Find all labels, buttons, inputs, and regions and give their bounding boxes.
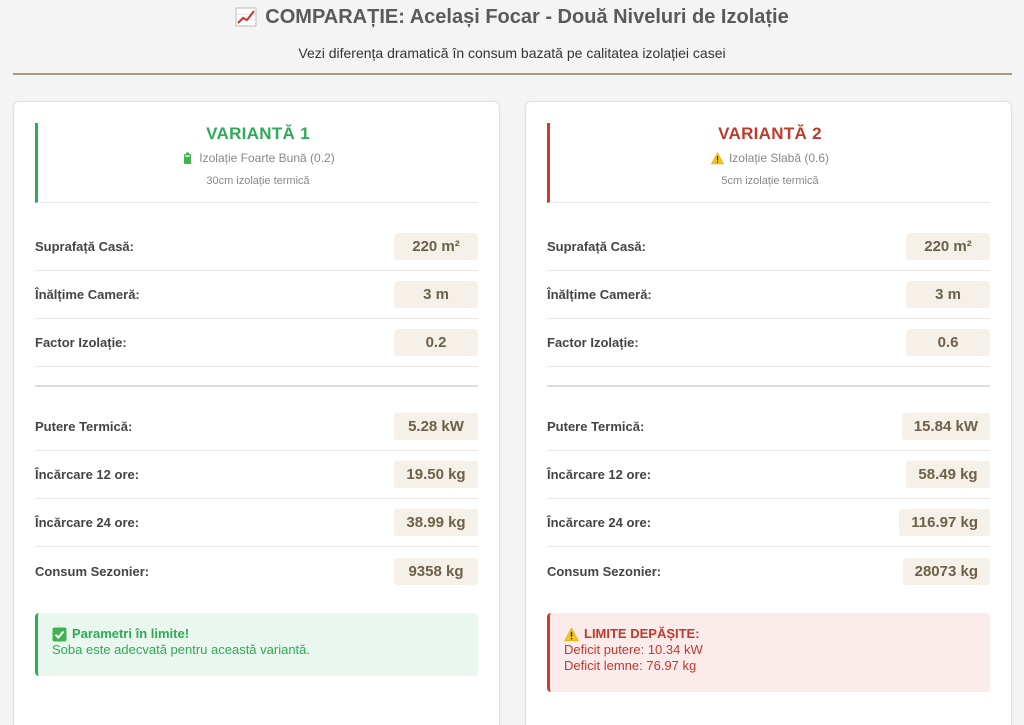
- variant-card-1: VARIANTĂ 1 Izolație Foarte Bună (0.2) 30…: [13, 101, 500, 725]
- section-divider: [35, 385, 478, 387]
- section-divider: [547, 385, 990, 387]
- variant-header: VARIANTĂ 1 Izolație Foarte Bună (0.2) 30…: [35, 123, 478, 203]
- row-value: 9358 kg: [394, 557, 478, 585]
- alert-title: Parametri în limite!: [72, 626, 190, 641]
- variant-quality-text: Izolație Slabă (0.6): [728, 151, 830, 165]
- row-label: Consum Sezonier:: [547, 563, 662, 579]
- page-title-row: COMPARAȚIE: Același Focar - Două Nivelur…: [0, 6, 1024, 28]
- result-row-load-24h: Încărcare 24 ore: 116.97 kg: [547, 499, 990, 547]
- row-value: 220 m²: [394, 233, 478, 260]
- variant-title: VARIANTĂ 2: [718, 124, 822, 143]
- row-label: Factor Izolație:: [547, 335, 639, 350]
- row-label: Putere Termică:: [547, 419, 645, 434]
- row-value: 0.2: [394, 329, 478, 356]
- row-value: 15.84 kW: [901, 413, 990, 440]
- result-row-season: Consum Sezonier: 28073 kg: [547, 547, 990, 595]
- row-value: 3 m: [394, 281, 478, 308]
- row-value: 220 m²: [906, 233, 990, 260]
- variant-note: 5cm izolație termică: [721, 175, 819, 187]
- row-label: Înălțime Cameră:: [35, 287, 140, 302]
- page-header: COMPARAȚIE: Același Focar - Două Nivelur…: [0, 0, 1024, 61]
- page-title: COMPARAȚIE: Același Focar - Două Nivelur…: [265, 6, 789, 28]
- row-value: 3 m: [906, 281, 990, 308]
- result-row-load-12h: Încărcare 12 ore: 19.50 kg: [35, 451, 478, 499]
- row-value: 116.97 kg: [899, 509, 990, 536]
- check-mark-icon: [52, 627, 67, 641]
- row-label: Suprafață Casă:: [35, 239, 134, 254]
- battery-icon: [184, 152, 192, 164]
- input-row-height: Înălțime Cameră: 3 m: [547, 271, 990, 319]
- alert-title-row: LIMITE DEPĂȘITE:: [564, 626, 976, 642]
- variant-card-2: VARIANTĂ 2 Izolație Slabă (0.6) 5cm izol…: [525, 101, 1012, 725]
- input-row-insulation: Factor Izolație: 0.2: [35, 319, 478, 367]
- row-label: Încărcare 24 ore:: [35, 515, 140, 530]
- row-value: 58.49 kg: [906, 461, 990, 488]
- result-row-power: Putere Termică: 5.28 kW: [35, 403, 478, 451]
- row-label: Factor Izolație:: [35, 335, 127, 350]
- result-row-power: Putere Termică: 15.84 kW: [547, 403, 990, 451]
- result-row-season: Consum Sezonier: 9358 kg: [35, 547, 478, 595]
- row-value: 38.99 kg: [394, 509, 478, 536]
- input-row-height: Înălțime Cameră: 3 m: [35, 271, 478, 319]
- row-value: 0.6: [906, 329, 990, 356]
- input-row-surface: Suprafață Casă: 220 m²: [35, 223, 478, 271]
- row-value: 5.28 kW: [394, 413, 478, 440]
- result-row-load-12h: Încărcare 12 ore: 58.49 kg: [547, 451, 990, 499]
- row-label: Înălțime Cameră:: [547, 287, 652, 302]
- variant-note: 30cm izolație termică: [206, 175, 310, 187]
- status-alert-ok: Parametri în limite! Soba este adecvată …: [35, 613, 478, 676]
- alert-line: Deficit lemne: 76.97 kg: [564, 658, 697, 673]
- row-label: Suprafață Casă:: [547, 239, 646, 254]
- row-label: Consum Sezonier:: [35, 563, 150, 579]
- variant-quality-text: Izolație Foarte Bună (0.2): [199, 151, 335, 165]
- input-row-surface: Suprafață Casă: 220 m²: [547, 223, 990, 271]
- row-value: 28073 kg: [902, 557, 990, 585]
- page-subtitle: Vezi diferența dramatică în consum bazat…: [298, 45, 726, 61]
- variant-quality: Izolație Foarte Bună (0.2): [38, 151, 478, 165]
- variant-title: VARIANTĂ 1: [206, 124, 310, 143]
- status-alert-exceeded: LIMITE DEPĂȘITE: Deficit putere: 10.34 k…: [547, 613, 990, 692]
- alert-title: LIMITE DEPĂȘITE:: [584, 626, 700, 641]
- result-row-load-24h: Încărcare 24 ore: 38.99 kg: [35, 499, 478, 547]
- variant-header: VARIANTĂ 2 Izolație Slabă (0.6) 5cm izol…: [547, 123, 990, 203]
- row-label: Încărcare 12 ore:: [35, 467, 140, 482]
- row-label: Putere Termică:: [35, 419, 133, 434]
- warning-icon: [710, 151, 724, 164]
- row-value: 19.50 kg: [394, 461, 478, 488]
- warning-icon: [564, 626, 579, 641]
- header-divider: [13, 73, 1012, 75]
- row-label: Încărcare 12 ore:: [547, 467, 652, 482]
- variant-quality: Izolație Slabă (0.6): [550, 151, 990, 165]
- input-row-insulation: Factor Izolație: 0.6: [547, 319, 990, 367]
- alert-title-row: Parametri în limite!: [52, 626, 464, 642]
- row-label: Încărcare 24 ore:: [547, 515, 652, 530]
- alert-line: Deficit putere: 10.34 kW: [564, 642, 703, 657]
- alert-line: Soba este adecvată pentru această varian…: [52, 642, 311, 657]
- chart-increasing-icon: [235, 7, 257, 27]
